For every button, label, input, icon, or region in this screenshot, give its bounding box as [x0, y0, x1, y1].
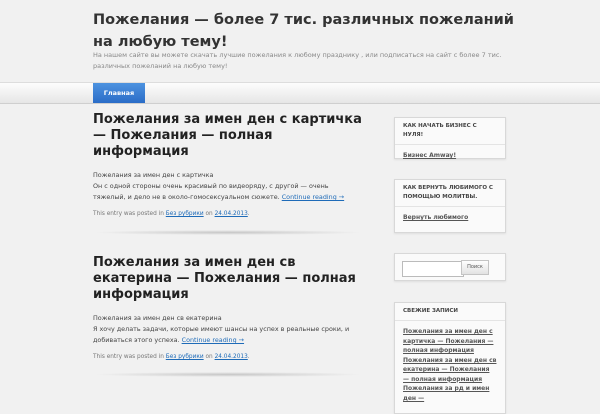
continue-reading-link[interactable]: Continue reading →: [182, 336, 244, 344]
main-navigation: Главная: [0, 82, 600, 104]
category-link[interactable]: Без рубрики: [166, 211, 204, 217]
post-meta: This entry was posted in Без рубрики on …: [93, 354, 363, 360]
widget-link[interactable]: Вернуть любимого: [403, 214, 468, 221]
recent-posts-list: Пожелания за имен ден с картичка — Пожел…: [403, 327, 497, 403]
continue-reading-link[interactable]: Continue reading →: [282, 193, 344, 201]
post-date-link[interactable]: 24.04.2013: [215, 354, 248, 360]
widget-title: КАК НАЧАТЬ БИЗНЕС С НУЛЯ!: [395, 118, 505, 145]
site-header: Пожелания — более 7 тис. различных пожел…: [0, 0, 600, 82]
recent-post-link[interactable]: Пожелания за имен ден с картичка — Пожел…: [403, 328, 493, 354]
list-item: Пожелания за рд и имен ден —: [403, 384, 497, 403]
post: Пожелания за имен ден с картичка — Пожел…: [93, 112, 363, 217]
post-line: Он с одной стороны очень красивый по вид…: [93, 181, 363, 203]
post-excerpt: Пожелания за имен ден с картичка Он с од…: [93, 170, 363, 203]
recent-post-link[interactable]: Пожелания за рд и имен ден —: [403, 385, 489, 402]
meta-on: on: [205, 211, 213, 217]
meta-prefix: This entry was posted in: [93, 354, 164, 360]
post-line: Пожелания за имен ден с картичка: [93, 171, 214, 179]
post-line: Я хочу делать задачи, которые имеют шанс…: [93, 324, 363, 346]
post: Пожелания за имен ден св екатерина — Пож…: [93, 255, 363, 360]
widget-business: КАК НАЧАТЬ БИЗНЕС С НУЛЯ! Бизнес Amway!: [394, 117, 506, 159]
post-title[interactable]: Пожелания за имен ден с картичка — Пожел…: [93, 112, 363, 160]
meta-on: on: [205, 354, 213, 360]
post-excerpt: Пожелания за имен ден св екатерина Я хоч…: [93, 313, 363, 346]
meta-prefix: This entry was posted in: [93, 211, 164, 217]
post-divider: [93, 230, 363, 235]
widget-title: СВЕЖИЕ ЗАПИСИ: [395, 303, 505, 321]
search-button[interactable]: Поиск: [461, 260, 489, 275]
post-divider: [93, 372, 363, 377]
meta-end: .: [247, 211, 250, 217]
nav-item-home[interactable]: Главная: [93, 83, 145, 103]
post-line: Пожелания за имен ден св екатерина: [93, 314, 222, 322]
list-item: Пожелания за имен ден с картичка — Пожел…: [403, 327, 497, 356]
meta-end: .: [247, 354, 250, 360]
widget-recent-posts: СВЕЖИЕ ЗАПИСИ Пожелания за имен ден с ка…: [394, 302, 506, 414]
widget-title: КАК ВЕРНУТЬ ЛЮБИМОГО С ПОМОЩЬЮ МОЛИТВЫ.: [395, 180, 505, 207]
category-link[interactable]: Без рубрики: [166, 354, 204, 360]
list-item: Пожелания за имен ден св екатерина — Пож…: [403, 356, 497, 385]
post-meta: This entry was posted in Без рубрики on …: [93, 211, 363, 217]
post-title[interactable]: Пожелания за имен ден св екатерина — Пож…: [93, 255, 363, 303]
widget-link[interactable]: Бизнес Amway!: [403, 152, 456, 159]
post-date-link[interactable]: 24.04.2013: [215, 211, 248, 217]
site-title[interactable]: Пожелания — более 7 тис. различных пожел…: [93, 9, 523, 53]
widget-love: КАК ВЕРНУТЬ ЛЮБИМОГО С ПОМОЩЬЮ МОЛИТВЫ. …: [394, 179, 506, 233]
site-description: На нашем сайте вы можете скачать лучшие …: [93, 51, 502, 70]
search-input[interactable]: [402, 261, 464, 277]
recent-post-link[interactable]: Пожелания за имен ден св екатерина — Пож…: [403, 357, 496, 383]
